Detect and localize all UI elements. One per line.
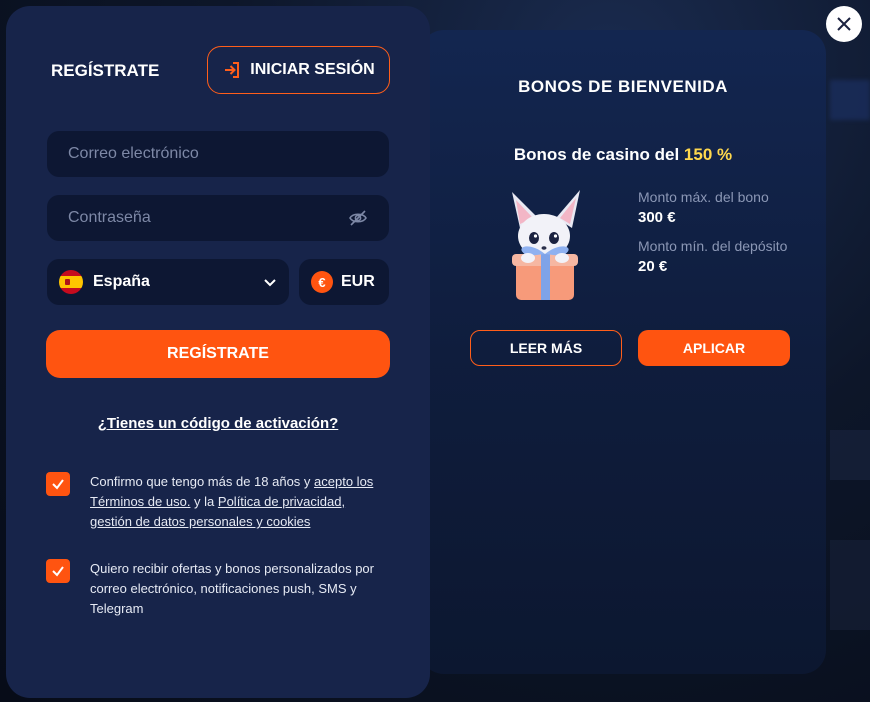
eye-off-icon[interactable] [348, 208, 368, 228]
marketing-checkbox[interactable] [46, 559, 70, 583]
max-bonus-value: 300 € [638, 209, 676, 226]
bonus-percentage: 150 % [683, 145, 733, 164]
backdrop-shape [830, 430, 870, 480]
min-deposit-label: Monto mín. del depósito [638, 238, 788, 254]
spain-flag-icon [59, 270, 83, 294]
welcome-bonus-panel: BONOS DE BIENVENIDA Bonos de casino del … [420, 30, 826, 674]
login-icon [225, 62, 240, 78]
registration-panel: REGÍSTRATE INICIAR SESIÓN Correo electró… [6, 6, 430, 698]
currency-value: EUR [341, 273, 375, 290]
min-deposit-value: 20 € [638, 258, 668, 275]
activation-code-link[interactable]: ¿Tienes un código de activación? [6, 415, 430, 432]
close-button[interactable] [826, 6, 862, 42]
backdrop-shape [830, 540, 870, 630]
password-placeholder: Contraseña [68, 209, 151, 226]
fox-gift-illustration [512, 190, 580, 300]
currency-select[interactable]: € EUR [299, 259, 389, 305]
country-select[interactable]: España [47, 259, 289, 305]
terms-text: Confirmo que tengo más de 18 años y acep… [90, 472, 390, 532]
bonus-panel-title: BONOS DE BIENVENIDA [518, 77, 728, 96]
login-button-label: INICIAR SESIÓN [250, 61, 375, 78]
chevron-down-icon [264, 279, 276, 287]
bonus-subtitle-prefix: Bonos de casino del [513, 145, 684, 164]
max-bonus-label: Monto máx. del bono [638, 189, 769, 205]
country-value: España [93, 273, 150, 290]
register-button[interactable]: REGÍSTRATE [46, 330, 390, 378]
marketing-consent-text: Quiero recibir ofertas y bonos personali… [90, 561, 374, 616]
email-placeholder: Correo electrónico [68, 145, 199, 162]
apply-bonus-button[interactable]: APLICAR [638, 330, 790, 366]
terms-text-part: y la [190, 494, 218, 509]
password-field[interactable]: Contraseña [47, 195, 389, 241]
bonus-subtitle: Bonos de casino del 150 % [420, 145, 826, 165]
email-field[interactable]: Correo electrónico [47, 131, 389, 177]
terms-checkbox[interactable] [46, 472, 70, 496]
close-icon [837, 17, 851, 31]
terms-text-part: Confirmo que tengo más de 18 años y [90, 474, 315, 489]
backdrop-shape [830, 80, 870, 120]
login-button[interactable]: INICIAR SESIÓN [207, 46, 390, 94]
bonus-details: Monto máx. del bono 300 € Monto mín. del… [638, 187, 808, 285]
checkmark-icon [52, 479, 64, 490]
euro-icon: € [311, 271, 333, 293]
checkmark-icon [52, 566, 64, 577]
registration-title: REGÍSTRATE [51, 61, 160, 80]
read-more-button[interactable]: LEER MÁS [470, 330, 622, 366]
